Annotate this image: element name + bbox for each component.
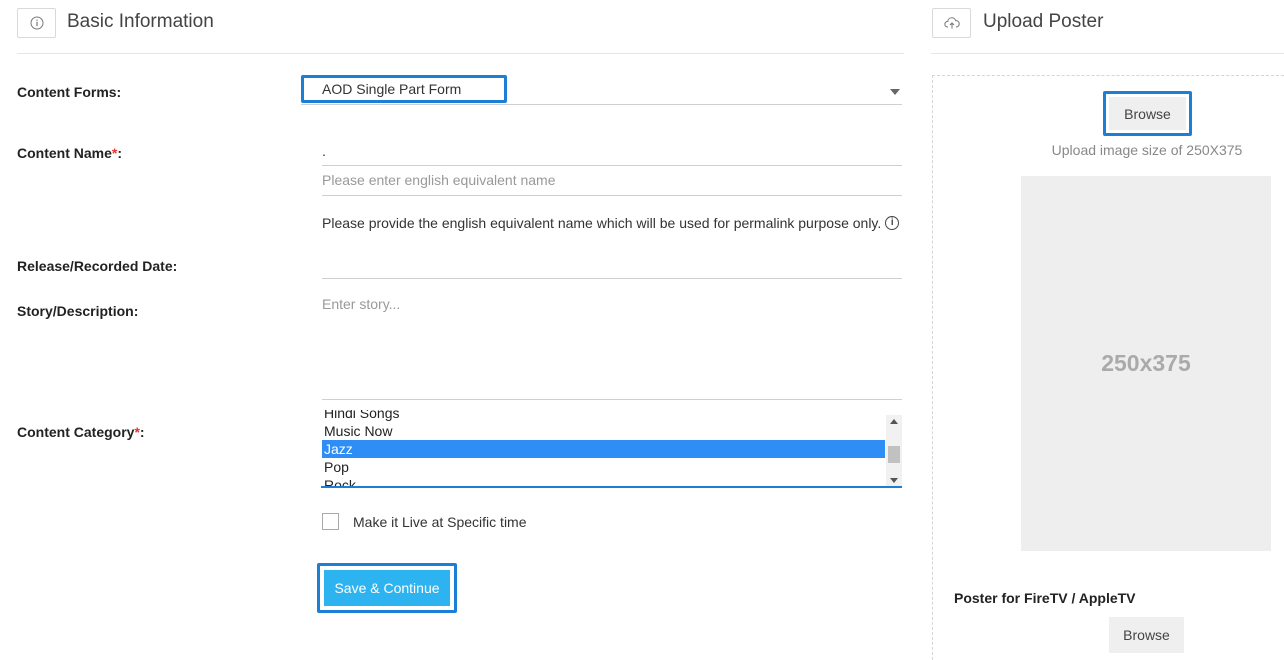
live-checkbox-label: Make it Live at Specific time (353, 513, 527, 530)
release-date-input[interactable] (322, 252, 902, 279)
scroll-thumb[interactable] (888, 446, 900, 463)
permalink-hint: Please provide the english equivalent na… (322, 215, 900, 231)
live-checkbox[interactable] (322, 513, 339, 530)
basic-information-header: Basic Information (17, 0, 904, 54)
poster-placeholder-image: 250x375 (1021, 176, 1271, 551)
english-name-input[interactable]: Please enter english equivalent name (322, 170, 902, 196)
content-forms-label: Content Forms: (17, 84, 122, 100)
list-option[interactable]: Pop (322, 458, 885, 476)
list-option[interactable]: Rock (322, 476, 885, 486)
info-icon[interactable]: i (885, 216, 900, 230)
browse-button-highlight: Browse (1103, 91, 1192, 136)
browse-button[interactable]: Browse (1109, 97, 1186, 130)
content-name-label: Content Name*: (17, 145, 122, 161)
release-date-label: Release/Recorded Date: (17, 258, 178, 274)
scroll-down-icon[interactable] (890, 478, 898, 483)
english-name-placeholder: Please enter english equivalent name (322, 172, 556, 188)
label-suffix: : (139, 424, 145, 440)
list-option[interactable]: Hindi Songs (322, 410, 885, 422)
content-category-label-text: Content Category (17, 424, 135, 440)
list-option-selected[interactable]: Jazz (322, 440, 885, 458)
basic-information-panel: Basic Information Content Forms: AOD Sin… (0, 0, 918, 660)
content-forms-value: AOD Single Part Form (322, 81, 462, 97)
content-forms-select[interactable]: AOD Single Part Form (301, 75, 902, 105)
list-option[interactable]: Music Now (322, 422, 885, 440)
scroll-up-icon[interactable] (890, 419, 898, 424)
label-suffix: : (117, 145, 123, 161)
content-name-label-text: Content Name (17, 145, 112, 161)
upload-poster-title: Upload Poster (983, 11, 1104, 32)
content-name-input[interactable]: . (322, 140, 902, 166)
browse-firetv-button[interactable]: Browse (1109, 617, 1184, 653)
upload-poster-area: Browse Upload image size of 250X375 250x… (932, 75, 1284, 660)
content-category-listbox[interactable]: Hindi Songs Music Now Jazz Pop Rock (321, 410, 902, 488)
cloud-upload-icon[interactable] (932, 8, 971, 38)
content-name-value: . (322, 143, 326, 159)
upload-poster-header: Upload Poster (931, 0, 1284, 54)
live-checkbox-row[interactable]: Make it Live at Specific time (322, 513, 527, 530)
permalink-hint-text: Please provide the english equivalent na… (322, 215, 882, 231)
listbox-scrollbar[interactable] (886, 415, 902, 486)
firetv-poster-label: Poster for FireTV / AppleTV (954, 590, 1136, 606)
upload-size-hint: Upload image size of 250X375 (1051, 142, 1243, 158)
story-placeholder: Enter story... (322, 296, 401, 312)
story-textarea[interactable]: Enter story... (322, 294, 902, 400)
save-continue-button[interactable]: Save & Continue (324, 570, 450, 606)
content-category-label: Content Category*: (17, 424, 145, 440)
chevron-down-icon[interactable] (890, 89, 900, 95)
story-label: Story/Description: (17, 303, 139, 319)
info-circle-icon[interactable] (17, 8, 56, 38)
basic-information-title: Basic Information (67, 11, 214, 32)
save-button-highlight: Save & Continue (317, 563, 457, 613)
